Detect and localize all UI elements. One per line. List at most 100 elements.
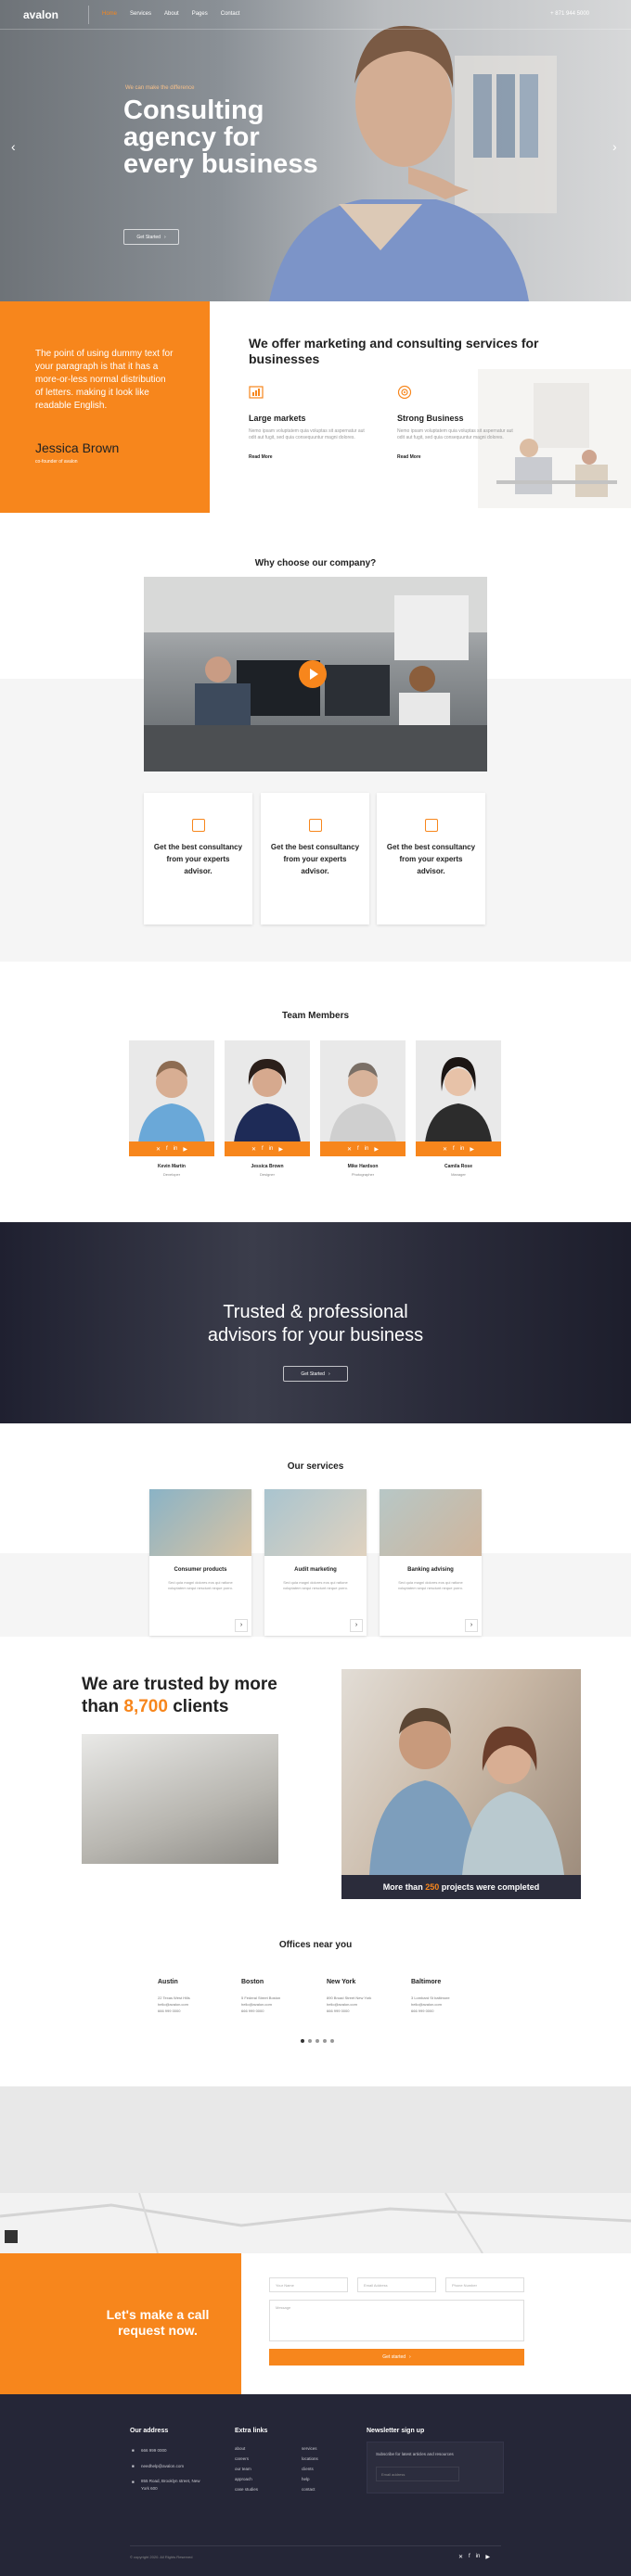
footer-link[interactable]: case studies	[235, 2485, 258, 2494]
hero-get-started-button[interactable]: Get Started ›	[123, 229, 179, 245]
youtube-icon[interactable]: ▶	[183, 1146, 187, 1153]
twitter-icon[interactable]: ✕	[251, 1146, 256, 1153]
twitter-icon[interactable]: ✕	[156, 1146, 161, 1153]
why-card: Get the best consultancy from your exper…	[377, 793, 485, 925]
linkedin-icon[interactable]: in	[476, 2554, 481, 2560]
footer-link[interactable]: contact	[302, 2485, 316, 2494]
why-card-text: Get the best consultancy from your exper…	[386, 843, 476, 875]
top-navigation: avalon Home Services About Pages Contact…	[0, 0, 631, 30]
member-name: Kevin Martin	[157, 1164, 186, 1169]
footer-link[interactable]: our team	[235, 2465, 251, 2474]
office-team-image	[82, 1734, 278, 1864]
youtube-icon[interactable]: ▶	[485, 2554, 490, 2560]
nav-phone[interactable]: + 871 944 5000	[550, 11, 589, 17]
member-role: Developer	[162, 1172, 181, 1177]
twitter-icon[interactable]: ✕	[347, 1146, 352, 1153]
call-submit-button[interactable]: Get started ›	[269, 2349, 524, 2366]
feature-large-markets: Large markets Nemo ipsam voluptatem quia…	[249, 385, 369, 460]
email-field[interactable]: Email Address	[357, 2277, 436, 2292]
newsletter-email-input[interactable]: Email address	[376, 2467, 459, 2481]
nav-divider	[88, 6, 89, 24]
office-phone[interactable]: 666 999 0000	[411, 2008, 495, 2014]
twitter-icon[interactable]: ✕	[443, 1146, 447, 1153]
office-email[interactable]: hello@avalon.com	[411, 2001, 495, 2008]
feature-text: Nemo ipsam voluptatem quia voluptas sit …	[249, 428, 365, 440]
footer-phone[interactable]: 666 999 0000	[141, 2446, 167, 2455]
nav-item-home[interactable]: Home	[102, 11, 117, 17]
youtube-icon[interactable]: ▶	[470, 1146, 474, 1153]
facebook-icon[interactable]: f	[166, 1146, 168, 1152]
office-address: 22 Texas West Hills	[158, 1996, 190, 2000]
footer-link[interactable]: careers	[235, 2455, 249, 2464]
footer-divider	[130, 2545, 501, 2546]
offices-title: Offices near you	[278, 1940, 353, 1950]
map[interactable]	[0, 2086, 631, 2254]
target-icon	[397, 385, 412, 400]
chevron-right-icon: ›	[328, 1371, 330, 1377]
footer-link[interactable]: services	[302, 2444, 317, 2454]
footer-link[interactable]: locations	[302, 2455, 318, 2464]
chevron-right-icon[interactable]: ›	[235, 1619, 248, 1632]
document-icon	[192, 819, 205, 832]
office-boston: Boston 5 Federal Street Boston hello@ava…	[241, 1979, 325, 2014]
service-title: Banking advising	[407, 1567, 454, 1573]
office-email[interactable]: hello@avalon.com	[327, 2001, 410, 2008]
footer-email[interactable]: needhelp@avalon.com	[141, 2462, 184, 2471]
office-email[interactable]: hello@avalon.com	[241, 2001, 325, 2008]
nav-item-contact[interactable]: Contact	[221, 11, 240, 17]
nav-item-about[interactable]: About	[164, 11, 179, 17]
office-email[interactable]: hello@avalon.com	[158, 2001, 241, 2008]
footer-address-title: Our address	[130, 2428, 169, 2434]
office-city: Austin	[158, 1979, 178, 1985]
clients-heading: We are trusted by more than 8,700 client…	[82, 1674, 314, 1718]
nav-item-services[interactable]: Services	[130, 11, 151, 17]
linkedin-icon[interactable]: in	[365, 1146, 369, 1152]
footer-link[interactable]: approach	[235, 2475, 252, 2484]
footer-link[interactable]: help	[302, 2475, 310, 2484]
office-phone[interactable]: 666 999 0000	[241, 2008, 325, 2014]
carousel-dot[interactable]	[308, 2039, 312, 2043]
chevron-right-icon[interactable]: ›	[465, 1619, 478, 1632]
slider-prev-arrow-icon[interactable]: ‹	[11, 139, 16, 154]
carousel-dot[interactable]	[301, 2039, 304, 2043]
facebook-icon[interactable]: f	[262, 1146, 264, 1152]
read-more-link[interactable]: Read More	[249, 454, 369, 460]
member-social-bar: ✕ f in ▶	[129, 1141, 214, 1156]
phone-field[interactable]: Phone Number	[445, 2277, 524, 2292]
service-text: Sed quia magni dolores eos qui ratione v…	[282, 1580, 349, 1590]
service-text: Sed quia magni dolores eos qui ratione v…	[397, 1580, 464, 1590]
twitter-icon[interactable]: ✕	[458, 2554, 463, 2560]
office-phone[interactable]: 666 999 0000	[158, 2008, 241, 2014]
facebook-icon[interactable]: f	[453, 1146, 455, 1152]
office-city: Baltimore	[411, 1979, 442, 1985]
linkedin-icon[interactable]: in	[460, 1146, 465, 1152]
member-social-bar: ✕ f in ▶	[320, 1141, 406, 1156]
founder-quote-panel: The point of using dummy text for your p…	[0, 301, 210, 513]
nav-item-pages[interactable]: Pages	[192, 11, 208, 17]
footer-link[interactable]: clients	[302, 2465, 314, 2474]
member-social-bar: ✕ f in ▶	[416, 1141, 501, 1156]
facebook-icon[interactable]: f	[469, 2554, 470, 2560]
linkedin-icon[interactable]: in	[174, 1146, 178, 1152]
office-phone[interactable]: 666 999 0000	[327, 2008, 410, 2014]
play-button[interactable]	[299, 660, 327, 688]
youtube-icon[interactable]: ▶	[278, 1146, 283, 1153]
read-more-link[interactable]: Read More	[397, 454, 518, 460]
carousel-dot[interactable]	[316, 2039, 319, 2043]
carousel-dot[interactable]	[323, 2039, 327, 2043]
message-field[interactable]: Message	[269, 2300, 524, 2341]
footer-link[interactable]: about	[235, 2444, 245, 2454]
chevron-right-icon[interactable]: ›	[350, 1619, 363, 1632]
youtube-icon[interactable]: ▶	[374, 1146, 379, 1153]
name-field[interactable]: Your Name	[269, 2277, 348, 2292]
slider-next-arrow-icon[interactable]: ›	[612, 139, 617, 154]
clients-heading-suffix: clients	[173, 1697, 229, 1716]
trusted-get-started-button[interactable]: Get Started ›	[283, 1366, 348, 1382]
linkedin-icon[interactable]: in	[269, 1146, 274, 1152]
location-icon: ■	[132, 2480, 135, 2484]
service-card: Consumer products Sed quia magni dolores…	[149, 1489, 251, 1636]
carousel-dot[interactable]	[330, 2039, 334, 2043]
facebook-icon[interactable]: f	[357, 1146, 359, 1152]
call-request-title: Let's make a call request now.	[106, 2307, 210, 2338]
logo[interactable]: avalon	[23, 8, 58, 21]
